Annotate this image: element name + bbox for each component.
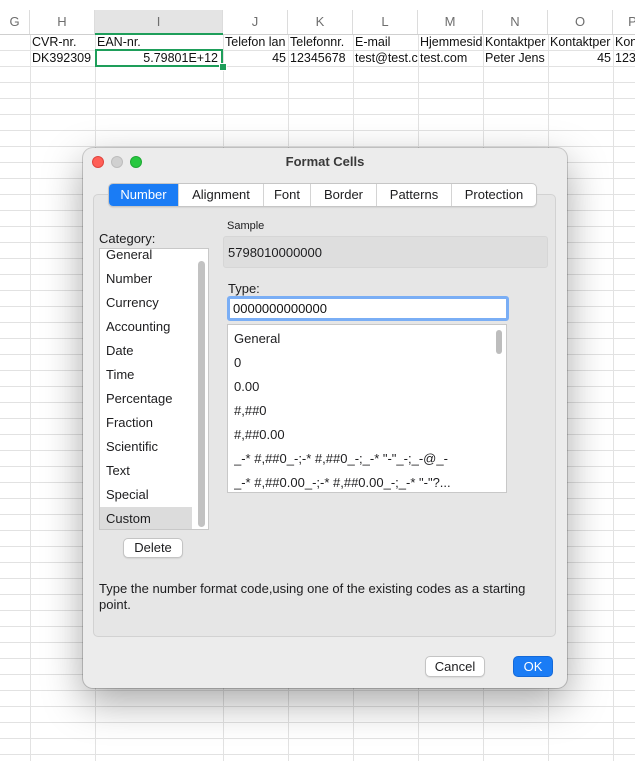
- format-code-list[interactable]: General 0 0.00 #,##0 #,##0.00 _-* #,##0_…: [227, 324, 507, 493]
- category-item[interactable]: Currency: [100, 291, 192, 315]
- category-list[interactable]: General Number Currency Accounting Date …: [99, 248, 209, 530]
- sample-value: 5798010000000: [228, 245, 322, 260]
- format-code-item[interactable]: 0: [234, 351, 488, 375]
- column-header-i[interactable]: I: [95, 10, 223, 34]
- grid-line: [0, 98, 635, 99]
- category-item[interactable]: Date: [100, 339, 192, 363]
- format-code-item[interactable]: _-* #,##0_-;-* #,##0_-;_-* "-"_-;_-@_-: [234, 447, 488, 471]
- grid-line: [0, 146, 635, 147]
- format-code-item[interactable]: General: [234, 327, 488, 351]
- column-header-j[interactable]: J: [223, 10, 288, 34]
- cell-n1[interactable]: Kontaktper: [483, 34, 548, 50]
- category-item[interactable]: Accounting: [100, 315, 192, 339]
- type-label: Type:: [228, 281, 260, 296]
- cell-k1[interactable]: Telefonnr.: [288, 34, 353, 50]
- format-list-scrollbar-thumb[interactable]: [496, 330, 502, 354]
- grid-line: [0, 690, 635, 691]
- category-item[interactable]: General: [100, 249, 192, 267]
- cell-h2[interactable]: DK392309: [30, 50, 95, 66]
- cell-j2[interactable]: 45: [223, 50, 288, 66]
- column-header-n[interactable]: N: [483, 10, 548, 34]
- cell-p1[interactable]: Kon: [613, 34, 635, 50]
- ok-button[interactable]: OK: [513, 656, 553, 677]
- column-header-h[interactable]: H: [30, 10, 95, 34]
- grid-line: [0, 130, 635, 131]
- grid-line: [0, 114, 635, 115]
- format-code-item[interactable]: _-* #,##0.00_-;-* #,##0.00_-;_-* "-"?...: [234, 471, 488, 492]
- fill-handle[interactable]: [219, 63, 227, 71]
- tab-patterns[interactable]: Patterns: [377, 184, 452, 206]
- cell-l2[interactable]: test@test.c: [353, 50, 418, 66]
- cell-l1[interactable]: E-mail: [353, 34, 418, 50]
- column-header-l[interactable]: L: [353, 10, 418, 34]
- format-type-input[interactable]: [227, 296, 509, 321]
- tab-font[interactable]: Font: [264, 184, 311, 206]
- grid-line: [0, 754, 635, 755]
- tab-protection[interactable]: Protection: [452, 184, 536, 206]
- category-item[interactable]: Text: [100, 459, 192, 483]
- grid-line: [613, 35, 614, 761]
- grid-line: [0, 706, 635, 707]
- category-item[interactable]: Scientific: [100, 435, 192, 459]
- active-cell-outline: [95, 49, 223, 67]
- cell-h1[interactable]: CVR-nr.: [30, 34, 95, 50]
- category-item[interactable]: Fraction: [100, 411, 192, 435]
- cell-n2[interactable]: Peter Jens: [483, 50, 548, 66]
- category-item[interactable]: Percentage: [100, 387, 192, 411]
- category-item[interactable]: Number: [100, 267, 192, 291]
- format-cells-dialog: Format Cells Number Alignment Font Borde…: [83, 148, 567, 688]
- column-header-k[interactable]: K: [288, 10, 353, 34]
- category-label: Category:: [99, 231, 156, 246]
- tab-bar: Number Alignment Font Border Patterns Pr…: [108, 183, 537, 207]
- column-header-g[interactable]: G: [0, 10, 30, 34]
- cell-p2[interactable]: 123: [613, 50, 635, 66]
- format-description-text: Type the number format code,using one of…: [99, 581, 526, 612]
- column-header-o[interactable]: O: [548, 10, 613, 34]
- grid-line: [30, 35, 31, 761]
- cell-o1[interactable]: Kontaktper: [548, 34, 613, 50]
- category-item[interactable]: Special: [100, 483, 192, 507]
- column-header-p[interactable]: P: [613, 10, 635, 34]
- column-header-m[interactable]: M: [418, 10, 483, 34]
- format-code-item[interactable]: 0.00: [234, 375, 488, 399]
- cell-o2[interactable]: 45: [548, 50, 613, 66]
- category-item[interactable]: Time: [100, 363, 192, 387]
- cell-j1[interactable]: Telefon lan: [223, 34, 288, 50]
- cancel-button[interactable]: Cancel: [425, 656, 485, 677]
- category-scrollbar-thumb[interactable]: [198, 261, 205, 527]
- format-code-item[interactable]: #,##0: [234, 399, 488, 423]
- cell-i1[interactable]: EAN-nr.: [95, 34, 223, 50]
- grid-line: [0, 722, 635, 723]
- cell-m2[interactable]: test.com: [418, 50, 483, 66]
- dialog-titlebar[interactable]: Format Cells: [83, 148, 567, 176]
- cell-k2[interactable]: 12345678: [288, 50, 353, 66]
- tab-border[interactable]: Border: [311, 184, 377, 206]
- category-item-selected[interactable]: Custom: [100, 507, 192, 529]
- tab-number[interactable]: Number: [109, 184, 179, 206]
- delete-button[interactable]: Delete: [123, 538, 183, 558]
- tab-alignment[interactable]: Alignment: [179, 184, 264, 206]
- dialog-title: Format Cells: [285, 154, 365, 169]
- format-code-item[interactable]: #,##0.00: [234, 423, 488, 447]
- cell-m1[interactable]: Hjemmesid: [418, 34, 483, 50]
- sample-label: Sample: [227, 220, 265, 232]
- grid-line: [0, 738, 635, 739]
- grid-line: [0, 82, 635, 83]
